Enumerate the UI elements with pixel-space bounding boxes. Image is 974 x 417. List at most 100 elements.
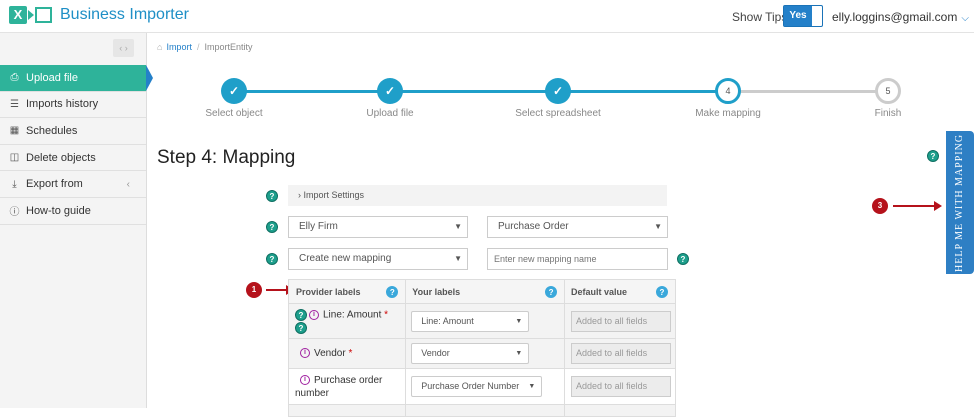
- sidebar-item-imports-history[interactable]: ☰ Imports history: [0, 92, 146, 119]
- help-question-icon[interactable]: ?: [386, 286, 399, 298]
- column-header-label: Default value: [571, 286, 628, 297]
- chevron-right-icon: ›: [298, 190, 301, 200]
- help-question-icon[interactable]: ?: [656, 286, 668, 298]
- info-icon: i: [309, 309, 319, 320]
- help-question-icon[interactable]: ?: [266, 253, 278, 265]
- provider-label: Vendor: [314, 348, 346, 359]
- help-question-icon[interactable]: ?: [927, 150, 939, 162]
- caret-down-icon: ▼: [454, 222, 462, 231]
- company-select[interactable]: Elly Firm ▼: [288, 216, 468, 238]
- step-label: Make mapping: [695, 108, 761, 119]
- sidebar-item-how-to-guide[interactable]: ⓘ How-to guide: [0, 198, 146, 225]
- step-check-icon: ✓: [221, 78, 247, 104]
- sidebar-item-export-from[interactable]: ⤓ Export from ‹: [0, 171, 146, 198]
- logo-x-icon: X: [9, 6, 27, 24]
- table-cell: [287, 404, 407, 417]
- your-label-select[interactable]: Vendor ▼: [411, 343, 530, 364]
- annotation-badge-3: 3: [872, 198, 888, 214]
- step-upload-file: ✓ Upload file: [335, 78, 445, 119]
- upload-icon: ⎙: [10, 72, 19, 84]
- help-question-icon[interactable]: ?: [677, 253, 689, 265]
- your-label-cell: Vendor ▼: [405, 338, 566, 369]
- sidebar-item-label: Upload file: [26, 71, 78, 84]
- chevron-down-icon: ⌵: [961, 13, 969, 24]
- your-label-select-value: Line: Amount: [421, 315, 474, 326]
- show-tips-label: Show Tips: [732, 10, 788, 24]
- sidebar: ‹ › ⎙ Upload file ☰ Imports history ▦ Sc…: [0, 33, 153, 408]
- default-value-cell: Added to all fields: [564, 368, 676, 405]
- show-tips-toggle[interactable]: Yes: [783, 5, 823, 27]
- info-icon: i: [300, 348, 310, 359]
- caret-down-icon: ▼: [454, 254, 462, 263]
- step-label: Finish: [874, 108, 902, 119]
- logo-arrow-icon: [28, 10, 34, 20]
- annotation-badge-1: 1: [246, 282, 262, 298]
- sidebar-item-delete-objects[interactable]: ◫ Delete objects: [0, 145, 146, 172]
- help-me-with-mapping-tab[interactable]: HELP ME WITH MAPPING: [946, 131, 974, 274]
- step-select-object: ✓ Select object: [179, 78, 289, 119]
- breadcrumb: ⌂ Import / ImportEntity: [157, 42, 252, 52]
- default-value-field[interactable]: Added to all fields: [571, 376, 672, 397]
- breadcrumb-current: ImportEntity: [204, 42, 253, 52]
- step-number: 5: [875, 78, 901, 104]
- sidebar-item-label: Export from: [26, 178, 83, 191]
- provider-label-cell: i Vendor *: [287, 338, 407, 369]
- chevron-left-icon: ‹: [126, 178, 130, 190]
- table-row: i Vendor * Vendor ▼ Added to all fields: [287, 338, 676, 369]
- step-finish: 5 Finish: [833, 78, 943, 119]
- toggle-label: Yes: [784, 6, 812, 26]
- top-bar: X Business Importer Show Tips Yes elly.l…: [0, 0, 974, 33]
- help-question-icon[interactable]: ?: [545, 286, 558, 298]
- step-number: 4: [715, 78, 741, 104]
- your-label-cell: Line: Amount ▼: [405, 303, 566, 339]
- your-label-select-value: Vendor: [421, 348, 450, 358]
- mapping-select-value: Create new mapping: [299, 253, 392, 264]
- provider-label: Line: Amount: [323, 309, 382, 321]
- help-question-icon[interactable]: ?: [266, 221, 278, 233]
- sidebar-collapse-button[interactable]: ‹ ›: [113, 39, 134, 57]
- user-email: elly.loggins@gmail.com: [832, 10, 958, 24]
- column-header-default-value: Default value ?: [564, 279, 676, 304]
- sidebar-item-label: How-to guide: [26, 204, 91, 217]
- info-icon: i: [300, 374, 310, 385]
- sidebar-item-upload-file[interactable]: ⎙ Upload file: [0, 65, 153, 92]
- breadcrumb-separator: /: [196, 42, 200, 52]
- list-icon: ☰: [10, 98, 19, 110]
- default-value-cell: Added to all fields: [564, 303, 676, 339]
- provider-label-cell: ? i Line: Amount * ?: [287, 303, 407, 339]
- your-label-cell: Purchase Order Number ▼: [405, 368, 566, 405]
- annotation-arrow-right-icon: [893, 201, 942, 211]
- annotation-arrow-right-icon: [266, 285, 294, 295]
- page-title: Step 4: Mapping: [157, 147, 296, 168]
- help-question-icon[interactable]: ?: [295, 321, 307, 334]
- default-value-cell: Added to all fields: [564, 338, 676, 369]
- import-settings-toggle[interactable]: › Import Settings: [288, 185, 667, 206]
- table-row: [287, 404, 676, 417]
- default-value-field[interactable]: Added to all fields: [571, 343, 672, 364]
- sidebar-item-schedules[interactable]: ▦ Schedules: [0, 118, 146, 145]
- help-question-icon[interactable]: ?: [266, 190, 278, 202]
- your-label-select[interactable]: Purchase Order Number ▼: [411, 376, 543, 397]
- help-question-icon[interactable]: ?: [295, 308, 307, 321]
- table-cell: [564, 404, 676, 417]
- step-label: Select spreadsheet: [515, 108, 601, 119]
- info-icon-wrap: i: [295, 374, 314, 386]
- your-label-select[interactable]: Line: Amount ▼: [411, 310, 530, 332]
- mapping-name-input[interactable]: [487, 248, 668, 270]
- mapping-select[interactable]: Create new mapping ▼: [288, 248, 468, 270]
- user-menu[interactable]: elly.loggins@gmail.com ⌵: [832, 10, 969, 24]
- info-icon: ⓘ: [9, 207, 20, 219]
- caret-down-icon: ▼: [654, 222, 662, 231]
- default-value-field[interactable]: Added to all fields: [571, 310, 672, 332]
- breadcrumb-import-link[interactable]: Import: [166, 42, 192, 52]
- entity-select[interactable]: Purchase Order ▼: [487, 216, 668, 238]
- step-label: Upload file: [366, 108, 414, 119]
- column-header-label: Your labels: [412, 286, 461, 297]
- required-marker: *: [384, 309, 389, 321]
- table-row: i Purchase order number Purchase Order Nu…: [287, 368, 676, 405]
- column-header-provider-labels: Provider labels ?: [287, 279, 407, 304]
- app-logo[interactable]: X Business Importer: [9, 6, 189, 24]
- table-cell: [405, 404, 566, 417]
- sidebar-item-label: Imports history: [26, 98, 99, 111]
- trash-icon: ◫: [9, 152, 20, 164]
